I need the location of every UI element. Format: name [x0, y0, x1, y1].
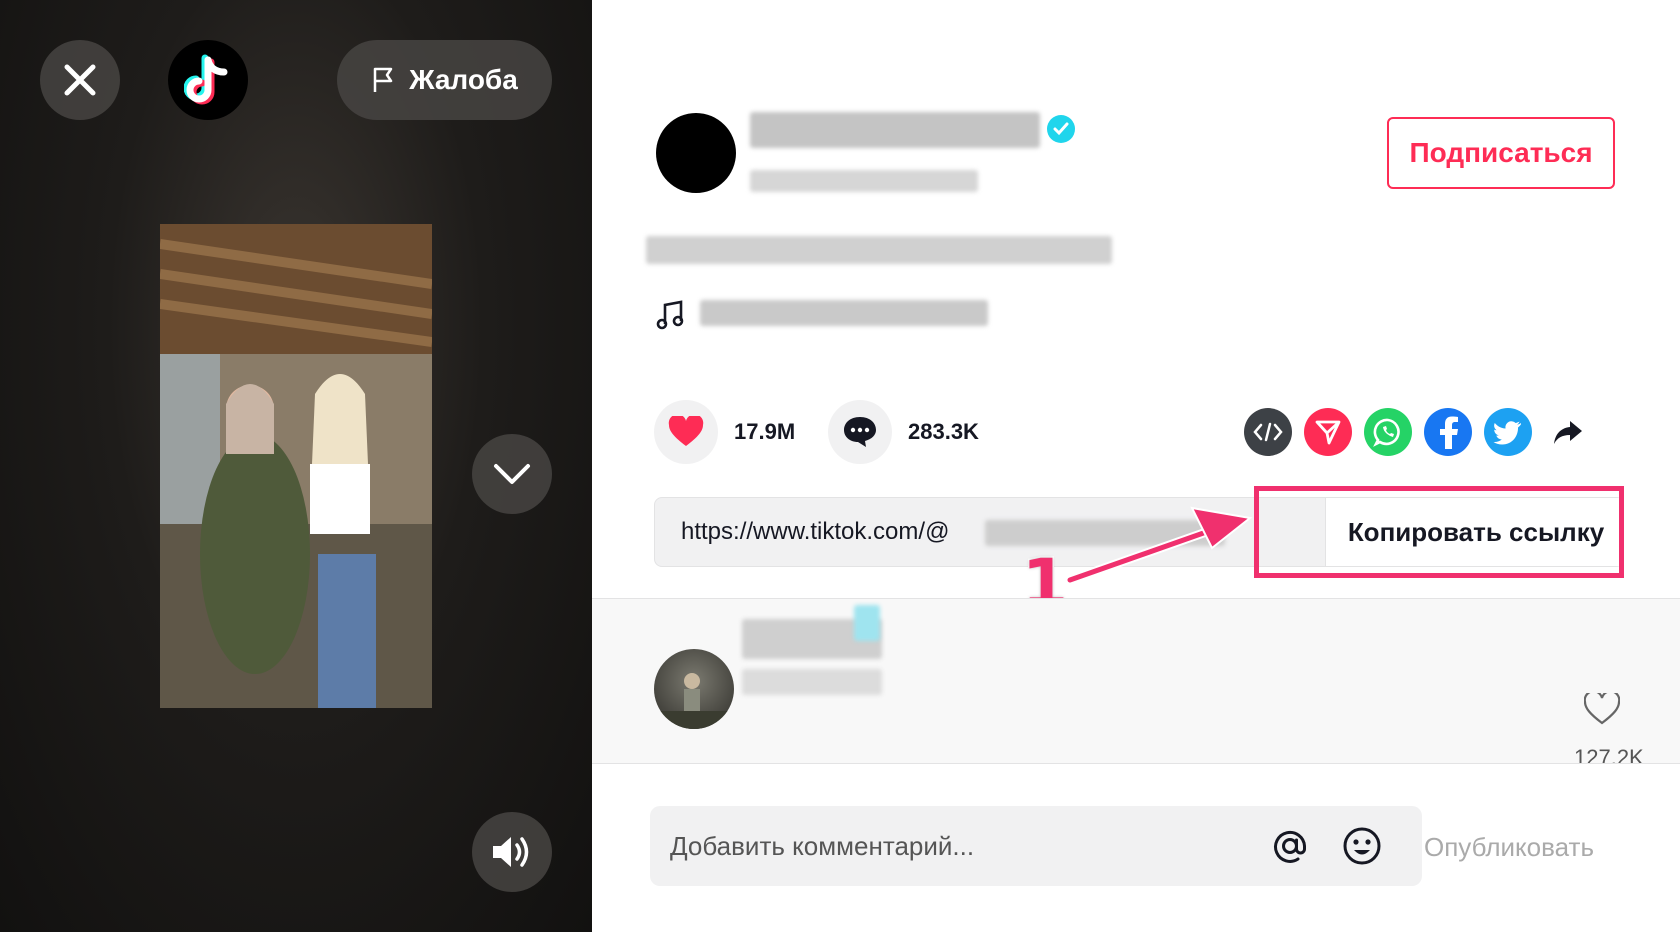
comment-button[interactable]	[828, 400, 892, 464]
annotation-highlight-box	[1254, 486, 1624, 578]
video-link-text[interactable]: https://www.tiktok.com/@	[681, 518, 949, 546]
mention-button[interactable]	[1270, 826, 1310, 866]
commenter-photo-image	[654, 673, 734, 729]
emoji-button[interactable]	[1342, 826, 1382, 866]
comment-count: 283.3K	[908, 419, 979, 444]
annotation-arrow-icon	[1065, 506, 1253, 585]
send-icon	[1315, 420, 1341, 445]
comment-like-count: 127.2K	[1574, 745, 1644, 764]
twitter-icon	[1493, 421, 1521, 445]
heart-icon	[668, 416, 704, 446]
whatsapp-button[interactable]	[1364, 408, 1412, 456]
comment-input[interactable]: Добавить комментарий...	[650, 806, 1422, 886]
details-pane: Подписаться 17.9M 283.3K https://www.tik…	[592, 0, 1680, 932]
music-title-redacted	[700, 300, 988, 326]
comment-bubble-icon	[844, 417, 876, 447]
video-pane: Жалоба	[0, 0, 592, 932]
author-handle-redacted	[750, 170, 978, 192]
share-arrow-icon	[1554, 421, 1582, 444]
embed-button[interactable]	[1244, 408, 1292, 456]
close-button[interactable]	[40, 40, 120, 120]
facebook-button[interactable]	[1424, 408, 1472, 456]
tiktok-logo-icon	[184, 54, 228, 105]
commenter-name-accent-redacted	[854, 605, 880, 641]
like-button[interactable]	[654, 400, 718, 464]
at-icon	[1274, 830, 1306, 863]
comment-like: 127.2K	[1574, 690, 1644, 763]
emoji-icon	[1343, 827, 1381, 865]
report-label: Жалоба	[409, 64, 518, 95]
commenter-avatar[interactable]	[654, 649, 734, 729]
volume-button[interactable]	[472, 812, 552, 892]
volume-icon	[493, 837, 529, 867]
tiktok-logo	[168, 40, 248, 120]
twitter-button[interactable]	[1484, 408, 1532, 456]
comment-placeholder: Добавить комментарий...	[670, 831, 975, 861]
like-action: 17.9M	[654, 400, 795, 464]
video-description-redacted	[646, 236, 1112, 264]
embed-icon	[1253, 422, 1283, 442]
like-count: 17.9M	[734, 419, 796, 444]
next-video-button[interactable]	[472, 434, 552, 514]
verified-badge-icon	[1047, 115, 1075, 143]
video-thumbnail[interactable]	[160, 224, 432, 708]
facebook-icon	[1440, 416, 1458, 449]
comments-section: 127.2K	[592, 598, 1680, 764]
music-note-icon	[656, 300, 684, 330]
chevron-down-icon	[494, 464, 530, 484]
whatsapp-icon	[1373, 418, 1400, 447]
follow-button[interactable]: Подписаться	[1387, 117, 1615, 189]
heart-outline-icon[interactable]	[1583, 690, 1621, 725]
send-button[interactable]	[1304, 408, 1352, 456]
author-name-redacted	[750, 112, 1040, 148]
publish-button[interactable]: Опубликовать	[1424, 832, 1594, 863]
flag-icon	[373, 67, 393, 92]
report-button[interactable]: Жалоба	[337, 40, 552, 120]
comment-text-redacted	[742, 669, 882, 695]
close-icon	[64, 64, 96, 96]
comment-action: 283.3K	[828, 400, 979, 464]
author-avatar[interactable]	[656, 113, 736, 193]
video-frame-image	[160, 224, 432, 708]
more-share-button[interactable]	[1544, 408, 1592, 456]
